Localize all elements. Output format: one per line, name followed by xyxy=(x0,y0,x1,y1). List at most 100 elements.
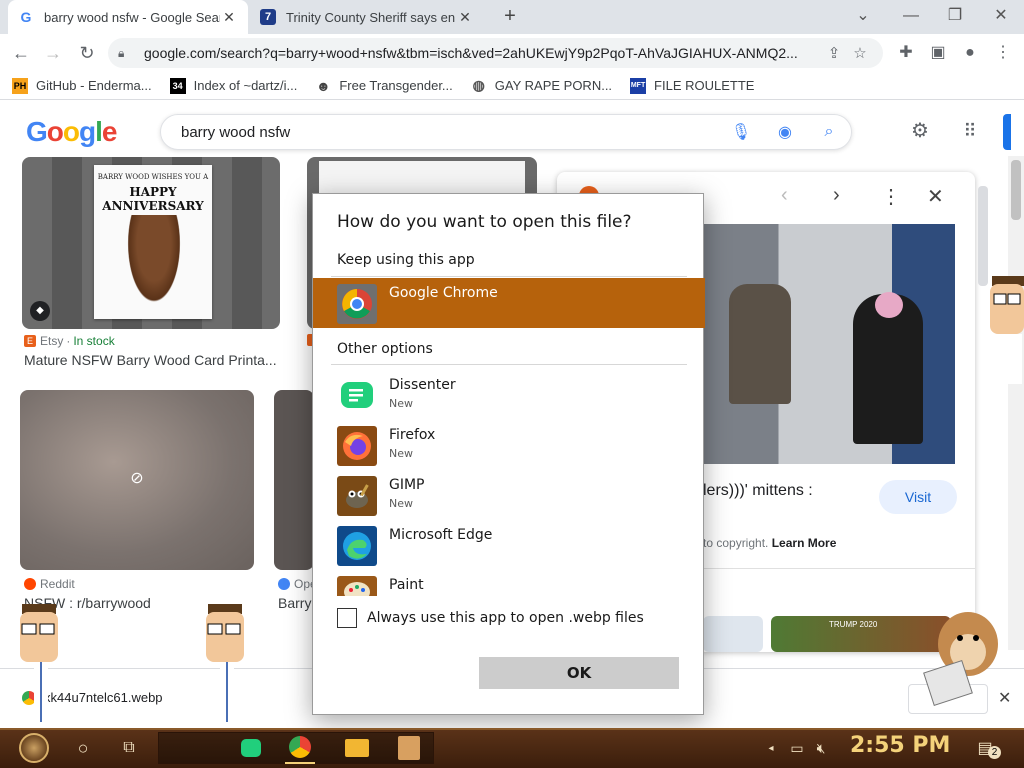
logo-letter: G xyxy=(26,116,48,147)
bookmark-github[interactable]: PH GitHub - Enderma... xyxy=(12,77,152,94)
next-arrow-icon[interactable]: › xyxy=(833,184,840,207)
close-window-icon[interactable]: ✕ xyxy=(986,4,1016,28)
always-use-option[interactable]: Always use this app to open .webp files xyxy=(337,608,644,628)
side-panel-icon[interactable]: ▣ xyxy=(925,40,951,66)
mft-icon: MFT xyxy=(630,77,647,94)
copyright-text: to copyright. xyxy=(703,536,769,550)
notification-count: 2 xyxy=(988,746,1001,759)
result-source: Ope xyxy=(278,577,317,591)
index-icon: 34 xyxy=(169,77,186,94)
price-tag-icon: ◆ xyxy=(30,301,50,321)
open-with-dialog: How do you want to open this file? Keep … xyxy=(312,193,705,715)
logo-letter: e xyxy=(101,116,118,147)
lens-camera-icon[interactable]: ◉ xyxy=(763,122,807,142)
app-option-chrome[interactable]: Google Chrome xyxy=(313,278,705,328)
chrome-taskbar-icon[interactable] xyxy=(285,732,315,764)
stock-badge: In stock xyxy=(73,334,115,348)
learn-more-link[interactable]: Learn More xyxy=(772,536,837,550)
close-tab-icon[interactable]: ✕ xyxy=(456,9,474,26)
share-icon[interactable]: ⇪ xyxy=(821,44,847,62)
bookmark-file-roulette[interactable]: MFT FILE ROULETTE xyxy=(630,77,754,94)
app-name: Paint xyxy=(389,577,424,593)
google-logo[interactable]: Google xyxy=(26,116,118,148)
bookmark-transgender[interactable]: ☻ Free Transgender... xyxy=(315,77,453,94)
sign-in-button-edge[interactable] xyxy=(1003,114,1011,150)
globe-icon: ◍ xyxy=(472,77,485,93)
back-icon[interactable]: ← xyxy=(8,40,34,66)
tab-title: barry wood nsfw - Google Search xyxy=(44,9,220,25)
profile-avatar-icon[interactable]: ● xyxy=(957,40,983,66)
bookmark-label: GitHub - Enderma... xyxy=(36,78,152,93)
cartoon-character-middle xyxy=(200,602,252,724)
bookmarks-bar: PH GitHub - Enderma... 34 Index of ~dart… xyxy=(0,72,1024,100)
address-bar[interactable]: 🔒︎ google.com/search?q=barry+wood+nsfw&t… xyxy=(108,38,883,68)
app-option-dissenter[interactable]: Dissenter New xyxy=(313,370,705,420)
panel-scrollbar-thumb[interactable] xyxy=(978,186,988,286)
minimize-icon[interactable]: — xyxy=(896,4,926,28)
abc7-favicon-icon: 7 xyxy=(260,9,276,25)
app-new-tag: New xyxy=(389,397,413,410)
search-icon[interactable]: ⌕ xyxy=(807,123,851,141)
close-tab-icon[interactable]: ✕ xyxy=(220,9,238,26)
open-icon xyxy=(278,578,290,590)
tray-chevron-icon[interactable]: ◂ xyxy=(764,732,778,764)
logo-letter: o xyxy=(62,116,80,147)
notification-center-icon[interactable]: ▤ 2 xyxy=(970,732,1001,764)
start-button[interactable] xyxy=(10,732,58,764)
result-image-etsy[interactable]: BARRY WOOD WISHES YOU A HAPPY ANNIVERSAR… xyxy=(22,157,280,329)
bookmark-index[interactable]: 34 Index of ~dartz/i... xyxy=(169,77,297,94)
dissenter-taskbar-icon[interactable] xyxy=(236,732,266,764)
page-scrollbar[interactable] xyxy=(1008,156,1024,650)
logo-letter: g xyxy=(79,116,96,147)
app-option-gimp[interactable]: GIMP New xyxy=(313,470,705,520)
related-thumb[interactable] xyxy=(703,616,763,652)
network-icon[interactable]: ▭ xyxy=(786,732,808,764)
menu-kebab-icon[interactable]: ⋮ xyxy=(990,40,1016,66)
start-gear-icon xyxy=(19,733,49,763)
app-taskbar-icon[interactable] xyxy=(394,732,424,764)
result-title[interactable]: Mature NSFW Barry Wood Card Printa... xyxy=(24,352,278,368)
previous-arrow-icon[interactable]: ‹ xyxy=(781,184,788,207)
app-option-firefox[interactable]: Firefox New xyxy=(313,420,705,470)
new-tab-button[interactable]: + xyxy=(498,4,522,28)
firefox-icon xyxy=(337,426,377,466)
app-new-tag: New xyxy=(389,497,413,510)
mask-icon: ☻ xyxy=(315,77,331,94)
volume-muted-icon[interactable]: 🔇︎ xyxy=(810,732,832,764)
preview-image[interactable] xyxy=(703,224,955,464)
search-input[interactable]: barry wood nsfw 🎙︎ ◉ ⌕ xyxy=(160,114,852,150)
restore-icon[interactable]: ❐ xyxy=(940,4,970,28)
app-option-edge[interactable]: Microsoft Edge xyxy=(313,520,705,570)
other-options-heading: Other options xyxy=(337,341,433,357)
app-option-paint[interactable]: Paint xyxy=(313,570,705,596)
scrollbar-thumb[interactable] xyxy=(1011,160,1021,220)
result-image-partial[interactable] xyxy=(274,390,314,570)
always-use-checkbox[interactable] xyxy=(337,608,357,628)
logo-letter: l xyxy=(95,116,103,147)
extensions-icon[interactable]: ✚ xyxy=(893,40,919,66)
tab-trinity-sheriff[interactable]: 7 Trinity County Sheriff says en ✕ xyxy=(250,0,484,34)
cartoon-character-right xyxy=(988,272,1024,388)
hidden-eye-icon: ⊘ xyxy=(130,470,144,487)
apps-grid-icon[interactable]: ⠿ xyxy=(957,118,983,144)
reload-icon[interactable]: ↻ xyxy=(74,40,100,66)
anniversary-card: BARRY WOOD WISHES YOU A HAPPY ANNIVERSAR… xyxy=(94,165,212,319)
preview-caption[interactable]: lers)))' mittens : xyxy=(703,482,813,500)
task-view-icon[interactable]: ⧉ xyxy=(112,732,146,764)
ok-button[interactable]: OK xyxy=(479,657,679,689)
taskbar-clock[interactable]: 2:55 PM xyxy=(850,733,950,758)
tab-google-search[interactable]: G barry wood nsfw - Google Search ✕ xyxy=(8,0,248,34)
microphone-icon[interactable]: 🎙︎ xyxy=(719,122,763,142)
result-title[interactable]: Barry xyxy=(278,595,314,611)
more-options-icon[interactable]: ⋮ xyxy=(881,184,901,209)
file-explorer-taskbar-icon[interactable] xyxy=(342,732,372,764)
bookmark-globe[interactable]: ◍ GAY RAPE PORN... xyxy=(471,77,612,94)
result-image-blurred[interactable]: ⊘ xyxy=(20,390,254,570)
tab-search-icon[interactable]: ⌄ xyxy=(848,4,878,28)
bookmark-star-icon[interactable]: ☆ xyxy=(847,44,873,62)
settings-gear-icon[interactable]: ⚙ xyxy=(907,118,933,144)
visit-button[interactable]: Visit xyxy=(879,480,957,514)
close-panel-icon[interactable]: ✕ xyxy=(927,184,944,209)
search-circle-icon[interactable]: ○ xyxy=(66,732,100,764)
forward-icon[interactable]: → xyxy=(40,40,66,66)
